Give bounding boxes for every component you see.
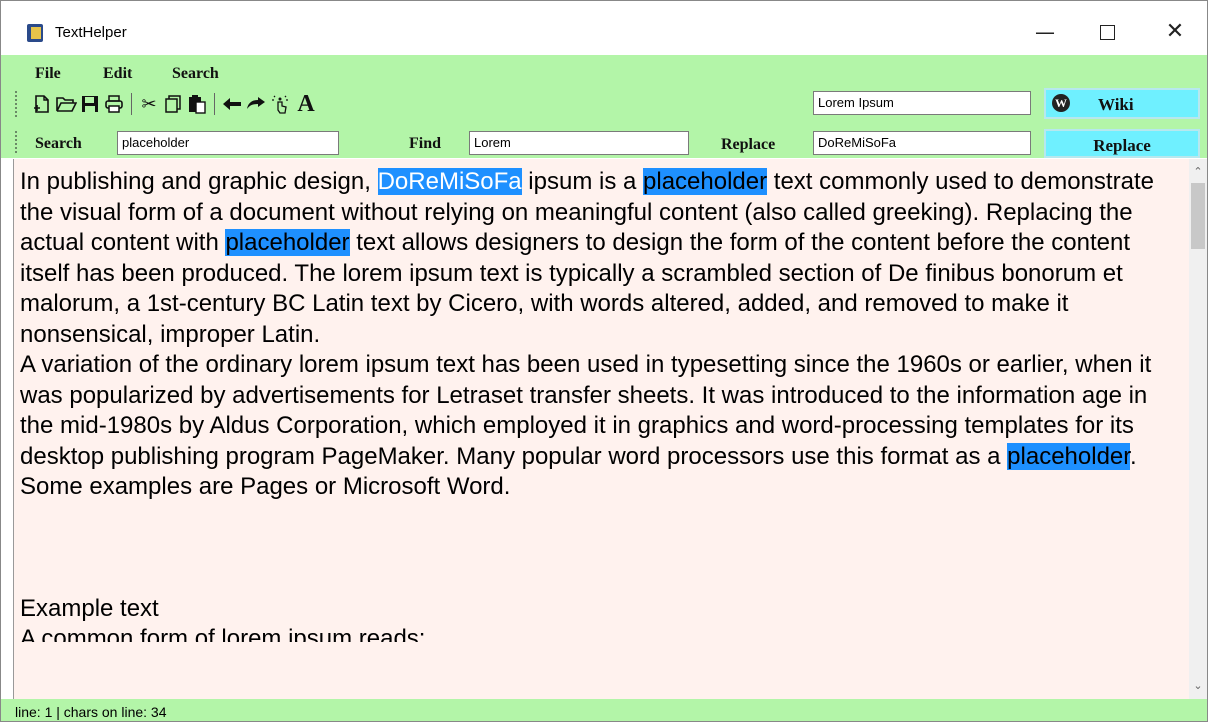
maximize-button[interactable] <box>1087 17 1127 47</box>
paragraph-4: A common form of lorem ipsum reads: <box>20 625 426 642</box>
new-file-icon[interactable] <box>31 92 53 116</box>
toolbar-grip[interactable] <box>15 131 20 153</box>
redo-icon[interactable] <box>245 92 267 116</box>
scroll-down-icon[interactable]: ⌄ <box>1189 677 1207 695</box>
search-input[interactable]: placeholder <box>117 131 339 155</box>
font-icon[interactable]: A <box>293 91 319 117</box>
replace-label: Replace <box>721 136 776 153</box>
app-window: TextHelper — ✕ File Edit Search ✂ A Lore… <box>0 0 1208 722</box>
replaced-word-selection: DoReMiSoFa <box>377 168 522 195</box>
search-highlight: placeholder <box>1007 442 1130 470</box>
wiki-button[interactable]: W Wiki <box>1044 88 1200 119</box>
status-bar: line: 1 | chars on line: 34 <box>1 699 1207 721</box>
undo-icon[interactable] <box>221 92 243 116</box>
window-title: TextHelper <box>55 24 127 41</box>
toolbar-separator <box>214 93 215 115</box>
editor-content[interactable]: In publishing and graphic design, DoReMi… <box>20 167 1186 642</box>
paragraph-3: Example text <box>20 594 159 622</box>
copy-icon[interactable] <box>162 92 184 116</box>
open-folder-icon[interactable] <box>55 92 77 116</box>
close-button[interactable]: ✕ <box>1155 17 1195 47</box>
title-bar: TextHelper — ✕ <box>1 1 1207 55</box>
scroll-up-icon[interactable]: ⌃ <box>1189 163 1207 181</box>
replace-button[interactable]: Replace <box>1044 129 1200 158</box>
gesture-icon[interactable] <box>269 92 291 116</box>
wiki-button-label: Wiki <box>1098 95 1134 114</box>
search-highlight: placeholder <box>643 168 768 195</box>
text-editor[interactable]: In publishing and graphic design, DoReMi… <box>13 159 1190 699</box>
print-icon[interactable] <box>103 92 125 116</box>
search-label: Search <box>35 135 82 152</box>
replace-input[interactable]: DoReMiSoFa <box>813 131 1031 155</box>
toolbar: ✂ A <box>31 91 319 117</box>
toolbar-separator <box>131 93 132 115</box>
scroll-thumb[interactable] <box>1191 183 1205 249</box>
wikipedia-icon: W <box>1052 94 1070 112</box>
find-label: Find <box>409 135 442 152</box>
menu-search[interactable]: Search <box>172 65 219 83</box>
paragraph-1: In publishing and graphic design, DoReMi… <box>20 168 1154 348</box>
minimize-button[interactable]: — <box>1025 17 1065 47</box>
search-highlight: placeholder <box>225 229 350 256</box>
find-input[interactable]: Lorem <box>469 131 689 155</box>
toolbar-grip[interactable] <box>15 91 20 117</box>
menu-edit[interactable]: Edit <box>103 65 132 83</box>
menu-file[interactable]: File <box>35 65 61 83</box>
vertical-scrollbar[interactable]: ⌃ ⌄ <box>1189 159 1207 699</box>
paste-icon[interactable] <box>186 92 208 116</box>
wiki-search-input[interactable]: Lorem Ipsum <box>813 91 1031 115</box>
status-text: line: 1 | chars on line: 34 <box>15 704 167 720</box>
save-icon[interactable] <box>79 92 101 116</box>
toolbar-area: File Edit Search ✂ A Lorem Ipsum W Wiki … <box>1 55 1207 158</box>
cut-icon[interactable]: ✂ <box>138 92 160 116</box>
app-icon <box>27 24 43 42</box>
paragraph-2: A variation of the ordinary lorem ipsum … <box>20 351 1152 500</box>
